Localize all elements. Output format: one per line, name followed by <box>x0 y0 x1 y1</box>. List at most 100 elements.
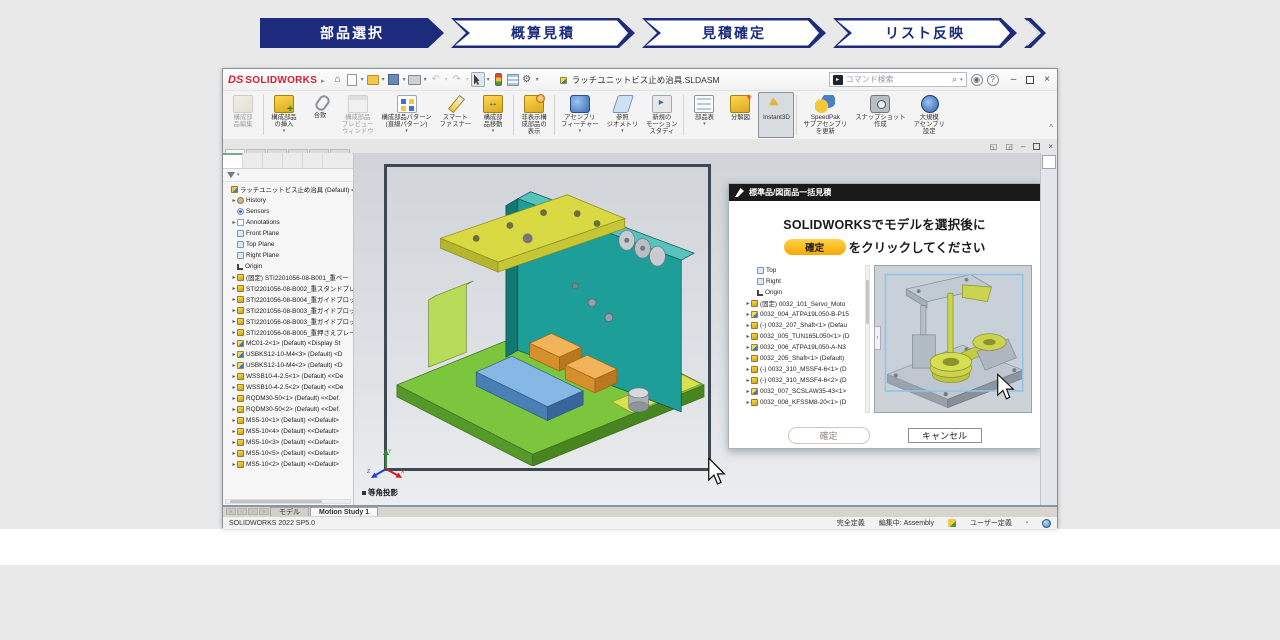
tree-item[interactable]: ▸ MS5-10<1> (Default) <<Default> <box>223 415 353 426</box>
tree-item[interactable]: ▸ 0032_005_TUN165L050<1> (D <box>737 331 865 342</box>
tree-item[interactable]: ▸ USBKS12-10-M4<2> (Default) <D <box>223 360 353 371</box>
logo-expander-icon[interactable]: ▸ <box>321 77 325 85</box>
tree-item[interactable]: ▸ STI2201056-08-B002_重スタンドプレ <box>223 283 353 294</box>
linear-component-pattern-button[interactable]: 構成部品パターン (直線パターン) ▾ <box>377 92 435 138</box>
tab-motion-study[interactable]: Motion Study 1 <box>310 507 378 516</box>
close-button[interactable]: × <box>1044 75 1050 85</box>
cancel-button[interactable]: キャンセル <box>908 428 982 443</box>
instant3d-button[interactable]: Instant3D <box>758 92 794 138</box>
tree-root-assembly[interactable]: ラッチユニットビス止め治具 (Default) <D <box>223 184 353 195</box>
tree-item[interactable]: ▸ RQDM30-50<1> (Default) <<Def. <box>223 393 353 404</box>
doc-next-icon[interactable]: ◲ <box>1005 142 1013 151</box>
component-list-icon[interactable] <box>506 72 520 87</box>
open-caret-icon[interactable]: ▾ <box>380 72 387 87</box>
new-motion-study-button[interactable]: 新規の モーション スタディ <box>642 92 681 138</box>
reference-geometry-button[interactable]: 参照 ジオメトリ ▾ <box>603 92 642 138</box>
tree-filter-row[interactable]: ▾ <box>223 169 353 182</box>
file-explorer-icon[interactable] <box>1042 187 1056 201</box>
smart-fasteners-button[interactable]: スマート ファスナー <box>436 92 475 138</box>
tree-item[interactable]: ▸ RQDM30-50<2> (Default) <<Def. <box>223 404 353 415</box>
tree-item[interactable]: ▸ STI2201056-08-B004_重ガイドブロッ <box>223 294 353 305</box>
new-document-icon[interactable] <box>345 72 359 87</box>
confirm-button[interactable]: 確定 <box>788 427 870 444</box>
tree-item[interactable]: Origin <box>223 261 353 272</box>
tab-model[interactable]: モデル <box>270 507 309 516</box>
show-hidden-components-button[interactable]: 非表示構 成部品の 表示 <box>516 92 552 138</box>
rebuild-icon[interactable] <box>492 72 506 87</box>
tab-nav-last[interactable]: » <box>259 508 269 515</box>
select-caret-icon[interactable]: ▾ <box>485 72 492 87</box>
tab-nav-next[interactable]: › <box>248 508 258 515</box>
magnifier-icon[interactable]: ⌕ <box>952 74 957 85</box>
save-icon[interactable] <box>387 72 401 87</box>
save-caret-icon[interactable]: ▾ <box>401 72 408 87</box>
speedpak-button[interactable]: SpeedPak サブアセンブリ を更新 <box>799 92 851 138</box>
featuremanager-tab[interactable] <box>223 153 243 168</box>
move-component-button[interactable]: 構成部 品移動 ▾ <box>475 92 511 138</box>
breadcrumb-step-part-select[interactable]: 部品選択 <box>260 18 444 48</box>
new-caret-icon[interactable]: ▾ <box>359 72 366 87</box>
tree-item[interactable]: ▸ USBKS12-10-M4<3> (Default) <D <box>223 349 353 360</box>
tree-item[interactable]: ▸ 0032_007_SCSLAW35-43<1> <box>737 386 865 397</box>
appearances-scenes-icon[interactable] <box>1042 219 1056 233</box>
search-caret-icon[interactable]: ▾ <box>960 77 963 83</box>
tree-item[interactable]: ▸ STI2201056-08-B003_重ガイドブロッ <box>223 305 353 316</box>
ribbon-collapse-icon[interactable]: ^ <box>1049 123 1053 132</box>
tree-item[interactable]: ▸ History <box>223 195 353 206</box>
tree-item[interactable]: Right <box>737 276 865 287</box>
configurationmanager-tab[interactable] <box>263 153 283 168</box>
print-icon[interactable] <box>408 72 422 87</box>
help-icon[interactable]: ? <box>987 74 999 86</box>
dimxpert-tab[interactable] <box>283 153 303 168</box>
tree-item[interactable]: ▸ MS5-10<2> (Default) <<Default> <box>223 459 353 470</box>
tree-item[interactable]: ▸ 0032_006_ATPA19L050-A-N3 <box>737 342 865 353</box>
exploded-view-button[interactable]: 分解図 <box>722 92 758 138</box>
tree-item[interactable]: ▸ (固定) 0032_101_Servo_Moto <box>737 298 865 309</box>
solidworks-resources-icon[interactable] <box>1042 155 1056 169</box>
dialog-tree-scrollbar[interactable] <box>865 265 870 413</box>
tree-item[interactable]: ▸ MS5-10<3> (Default) <<Default> <box>223 437 353 448</box>
tree-item[interactable]: ▸ 0032_004_ATPA19L050-B-P15 <box>737 309 865 320</box>
doc-prev-icon[interactable]: ◱ <box>990 142 998 151</box>
tree-item[interactable]: Right Plane <box>223 250 353 261</box>
select-cursor-icon[interactable] <box>471 72 485 87</box>
options-caret-icon[interactable]: ▾ <box>534 72 541 87</box>
tree-item[interactable]: Top Plane <box>223 239 353 250</box>
tree-item[interactable]: ▸ 0032_205_Shaft<1> (Default) <box>737 353 865 364</box>
scrollbar-thumb[interactable] <box>230 500 322 503</box>
tree-item[interactable]: Front Plane <box>223 228 353 239</box>
tree-item[interactable]: ▸ STI2201056-08-B003_重ガイドブロッ <box>223 316 353 327</box>
mate-button[interactable]: 合致 <box>302 92 338 138</box>
tree-item[interactable]: ▸ (-) 0032_310_MSSF4-6<2> (D <box>737 375 865 386</box>
doc-restore-button[interactable] <box>1033 143 1040 150</box>
doc-minimize-button[interactable]: – <box>1021 142 1025 151</box>
undo-caret-icon[interactable]: ▾ <box>443 72 450 87</box>
tree-item[interactable]: Origin <box>737 287 865 298</box>
propertymanager-tab[interactable] <box>243 153 263 168</box>
edit-component-button[interactable]: 構成部 品編集 <box>225 92 261 138</box>
component-preview-window-button[interactable]: 構成部品 プレビュー ウィンドウ <box>338 92 377 138</box>
tree-item[interactable]: ▸ (-) 0032_310_MSSF4-6<1> (D <box>737 364 865 375</box>
breadcrumb-step-list-reflect[interactable]: リスト反映 <box>833 18 1017 48</box>
large-assembly-settings-button[interactable]: 大規模 アセンブリ 設定 <box>910 92 949 138</box>
assembly-features-button[interactable]: アセンブリ フィーチャー ▾ <box>557 92 603 138</box>
custom-properties-icon[interactable] <box>1042 235 1056 249</box>
open-icon[interactable] <box>366 72 380 87</box>
home-icon[interactable]: ⌂ <box>331 72 345 87</box>
doc-close-button[interactable]: × <box>1048 142 1053 151</box>
options-icon[interactable]: ⚙ <box>520 72 534 87</box>
graphics-viewport[interactable]: Y X Z 等角投影 標準品/図面品一括見積 SOLIDWORKSでモデルを選択… <box>354 153 1040 505</box>
more-panel-tabs[interactable] <box>341 153 353 168</box>
tree-item[interactable]: ▸ 0032_008_KFSSM8-20<1> (D <box>737 397 865 408</box>
assembly-model[interactable] <box>389 169 706 466</box>
tags-globe-icon[interactable] <box>1042 519 1051 528</box>
command-search-input[interactable]: ▸ コマンド検索 ⌕ ▾ <box>829 72 967 87</box>
scrollbar-thumb[interactable] <box>866 280 869 324</box>
design-library-icon[interactable] <box>1042 171 1056 185</box>
tree-item[interactable]: ▸ MS5-10<5> (Default) <<Default> <box>223 448 353 459</box>
insert-components-button[interactable]: 構成部品 の挿入 ▾ <box>266 92 302 138</box>
print-caret-icon[interactable]: ▾ <box>422 72 429 87</box>
tree-item[interactable]: ▸ MC01-2<1> (Default) <Display St <box>223 338 353 349</box>
breadcrumb-step-rough-quote[interactable]: 概算見積 <box>451 18 635 48</box>
tree-item[interactable]: ▸ WSSB10-4-2.5<2> (Default) <<De <box>223 382 353 393</box>
